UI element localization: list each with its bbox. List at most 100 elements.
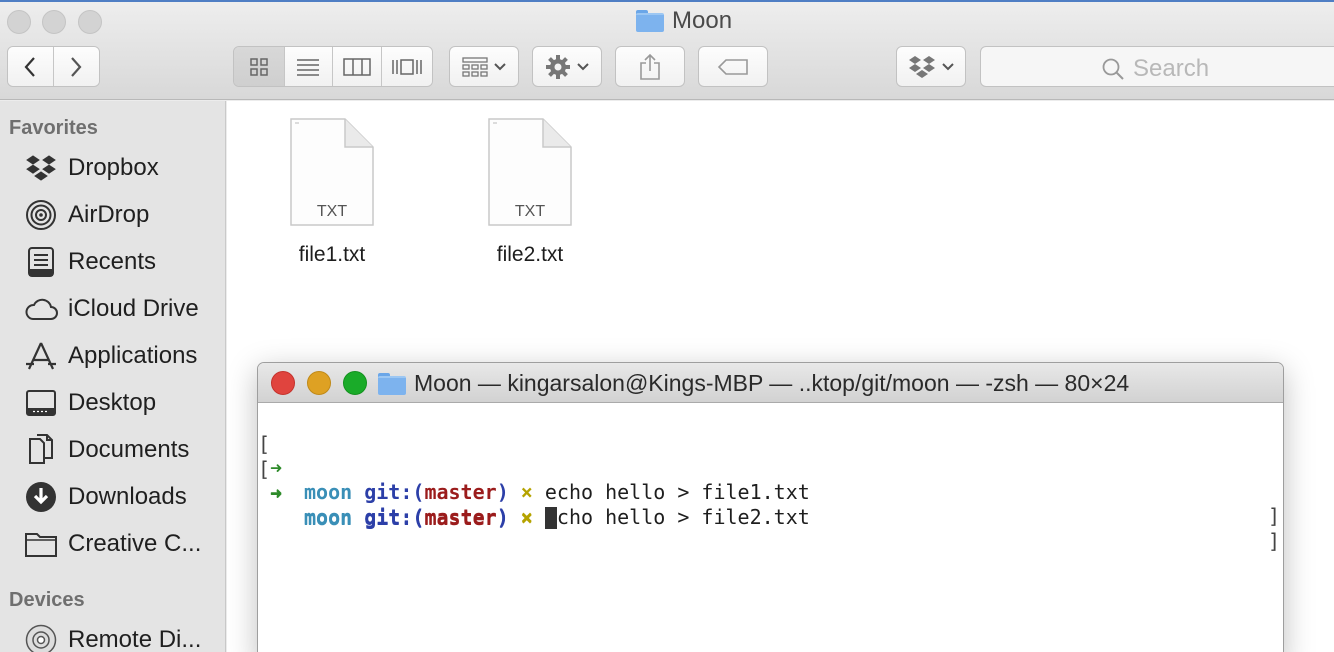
column-view-button[interactable] bbox=[333, 47, 382, 86]
search-placeholder: Search bbox=[1133, 55, 1210, 82]
chevron-down-icon bbox=[494, 62, 506, 70]
window-title-group: Moon bbox=[636, 7, 732, 35]
terminal-line: [ ➜ moon git:(master) × echo hello > fil… bbox=[258, 433, 1283, 553]
text-document-icon: TXT bbox=[289, 117, 375, 227]
file-type-label: TXT bbox=[514, 203, 546, 220]
share-button[interactable] bbox=[615, 46, 685, 87]
line-mark-right: ] bbox=[1267, 529, 1280, 553]
airdrop-icon bbox=[24, 198, 58, 232]
terminal-zoom-button[interactable] bbox=[343, 371, 367, 395]
dropbox-icon bbox=[909, 55, 935, 78]
sidebar-item-label: Downloads bbox=[68, 483, 187, 510]
sidebar-item-creative-cloud[interactable]: Creative C... bbox=[24, 524, 201, 564]
window-top-edge bbox=[0, 0, 1334, 2]
sidebar-item-label: Dropbox bbox=[68, 154, 159, 181]
prompt-git-close: ) bbox=[496, 506, 509, 530]
sidebar-heading-devices: Devices bbox=[9, 589, 85, 611]
dirty-mark: × bbox=[520, 480, 533, 504]
prompt-directory: moon bbox=[304, 506, 353, 530]
share-icon bbox=[640, 53, 660, 80]
prompt-git: git:( bbox=[364, 506, 425, 530]
disc-icon bbox=[24, 623, 58, 652]
terminal-line: [ ➜ moon git:(master) × echo hello > fil… bbox=[258, 408, 1283, 528]
nav-buttons bbox=[7, 46, 100, 87]
search-input[interactable]: Search bbox=[980, 46, 1334, 87]
terminal-output[interactable]: [ ➜ moon git:(master) × echo hello > fil… bbox=[258, 404, 1283, 652]
sidebar-item-label: Remote Di... bbox=[68, 626, 202, 652]
command-text: echo hello > file2.txt bbox=[544, 505, 810, 529]
sidebar-item-desktop[interactable]: Desktop bbox=[24, 383, 156, 423]
sidebar-item-label: Desktop bbox=[68, 389, 157, 416]
terminal-titlebar[interactable]: Moon — kingarsalon@Kings-MBP — ..ktop/gi… bbox=[258, 363, 1283, 403]
sidebar-item-recents[interactable]: Recents bbox=[24, 242, 156, 282]
terminal-line: ➜ moon git:(master) × bbox=[258, 458, 1283, 530]
file-name: file1.txt bbox=[298, 243, 366, 266]
forward-button[interactable] bbox=[53, 47, 99, 86]
file-name: file2.txt bbox=[496, 243, 564, 266]
text-document-icon: TXT bbox=[487, 117, 573, 227]
view-mode-control bbox=[233, 46, 433, 87]
finder-minimize-button[interactable] bbox=[42, 10, 66, 34]
list-view-button[interactable] bbox=[284, 47, 334, 86]
sidebar-item-dropbox[interactable]: Dropbox bbox=[24, 148, 159, 188]
list-view-icon bbox=[297, 58, 320, 76]
sidebar-item-airdrop[interactable]: AirDrop bbox=[24, 195, 149, 235]
file-item[interactable]: TXT file2.txt bbox=[470, 117, 590, 267]
folder-icon bbox=[636, 10, 664, 32]
finder-toolbar: Moon Search bbox=[0, 0, 1334, 100]
file-item[interactable]: TXT file1.txt bbox=[272, 117, 392, 267]
prompt-branch: master bbox=[424, 480, 497, 504]
sidebar-item-documents[interactable]: Documents bbox=[24, 430, 189, 470]
arrange-button[interactable] bbox=[449, 46, 519, 87]
back-button[interactable] bbox=[8, 47, 54, 86]
desktop-icon bbox=[24, 386, 58, 420]
sidebar-item-label: AirDrop bbox=[68, 201, 150, 228]
sidebar-item-downloads[interactable]: Downloads bbox=[24, 477, 187, 517]
terminal-close-button[interactable] bbox=[271, 371, 295, 395]
sidebar-item-icloud-drive[interactable]: iCloud Drive bbox=[24, 289, 199, 329]
terminal-minimize-button[interactable] bbox=[307, 371, 331, 395]
cloud-icon bbox=[24, 292, 58, 326]
dropbox-menu-button[interactable] bbox=[896, 46, 966, 87]
prompt-git-close: ) bbox=[496, 480, 509, 504]
gallery-view-button[interactable] bbox=[381, 47, 432, 86]
line-mark-right: ] bbox=[1267, 504, 1280, 528]
chevron-down-icon bbox=[577, 62, 589, 70]
terminal-window: Moon — kingarsalon@Kings-MBP — ..ktop/gi… bbox=[257, 362, 1284, 652]
search-icon bbox=[1102, 58, 1124, 80]
chevron-left-icon bbox=[24, 56, 36, 77]
downloads-icon bbox=[24, 480, 58, 514]
command-text: echo hello > file1.txt bbox=[544, 480, 810, 504]
sidebar-heading-favorites: Favorites bbox=[9, 117, 98, 139]
prompt-arrow-icon: ➜ bbox=[270, 482, 283, 506]
icon-view-icon bbox=[250, 57, 268, 76]
tag-icon bbox=[717, 58, 748, 75]
dropbox-icon bbox=[24, 151, 58, 185]
sidebar-item-label: Creative C... bbox=[68, 530, 202, 557]
sidebar-item-label: Documents bbox=[68, 436, 190, 463]
tags-button[interactable] bbox=[698, 46, 768, 87]
terminal-title-group: Moon — kingarsalon@Kings-MBP — ..ktop/gi… bbox=[378, 370, 1129, 397]
recents-icon bbox=[24, 245, 58, 279]
sidebar-item-label: Recents bbox=[68, 248, 157, 275]
finder-close-button[interactable] bbox=[7, 10, 31, 34]
gallery-view-icon bbox=[392, 58, 422, 75]
chevron-down-icon bbox=[942, 62, 954, 70]
sidebar-item-remote-disc[interactable]: Remote Di... bbox=[24, 620, 201, 652]
prompt-branch: master bbox=[424, 506, 497, 530]
dirty-mark: × bbox=[520, 506, 533, 530]
sidebar-item-applications[interactable]: Applications bbox=[24, 336, 197, 376]
text-cursor bbox=[544, 507, 557, 529]
file-type-label: TXT bbox=[316, 203, 348, 220]
sidebar-item-label: iCloud Drive bbox=[68, 295, 199, 322]
column-view-icon bbox=[343, 57, 371, 76]
sidebar-item-label: Applications bbox=[68, 342, 198, 369]
finder-zoom-button[interactable] bbox=[78, 10, 102, 34]
action-button[interactable] bbox=[532, 46, 602, 87]
prompt-git: git:( bbox=[364, 480, 425, 504]
terminal-title: Moon — kingarsalon@Kings-MBP — ..ktop/gi… bbox=[414, 370, 1130, 396]
folder-icon bbox=[378, 372, 406, 395]
sidebar: Favorites Dropbox AirDrop Recents iCloud… bbox=[0, 101, 226, 652]
folder-icon bbox=[24, 527, 58, 561]
icon-view-button[interactable] bbox=[234, 47, 285, 86]
